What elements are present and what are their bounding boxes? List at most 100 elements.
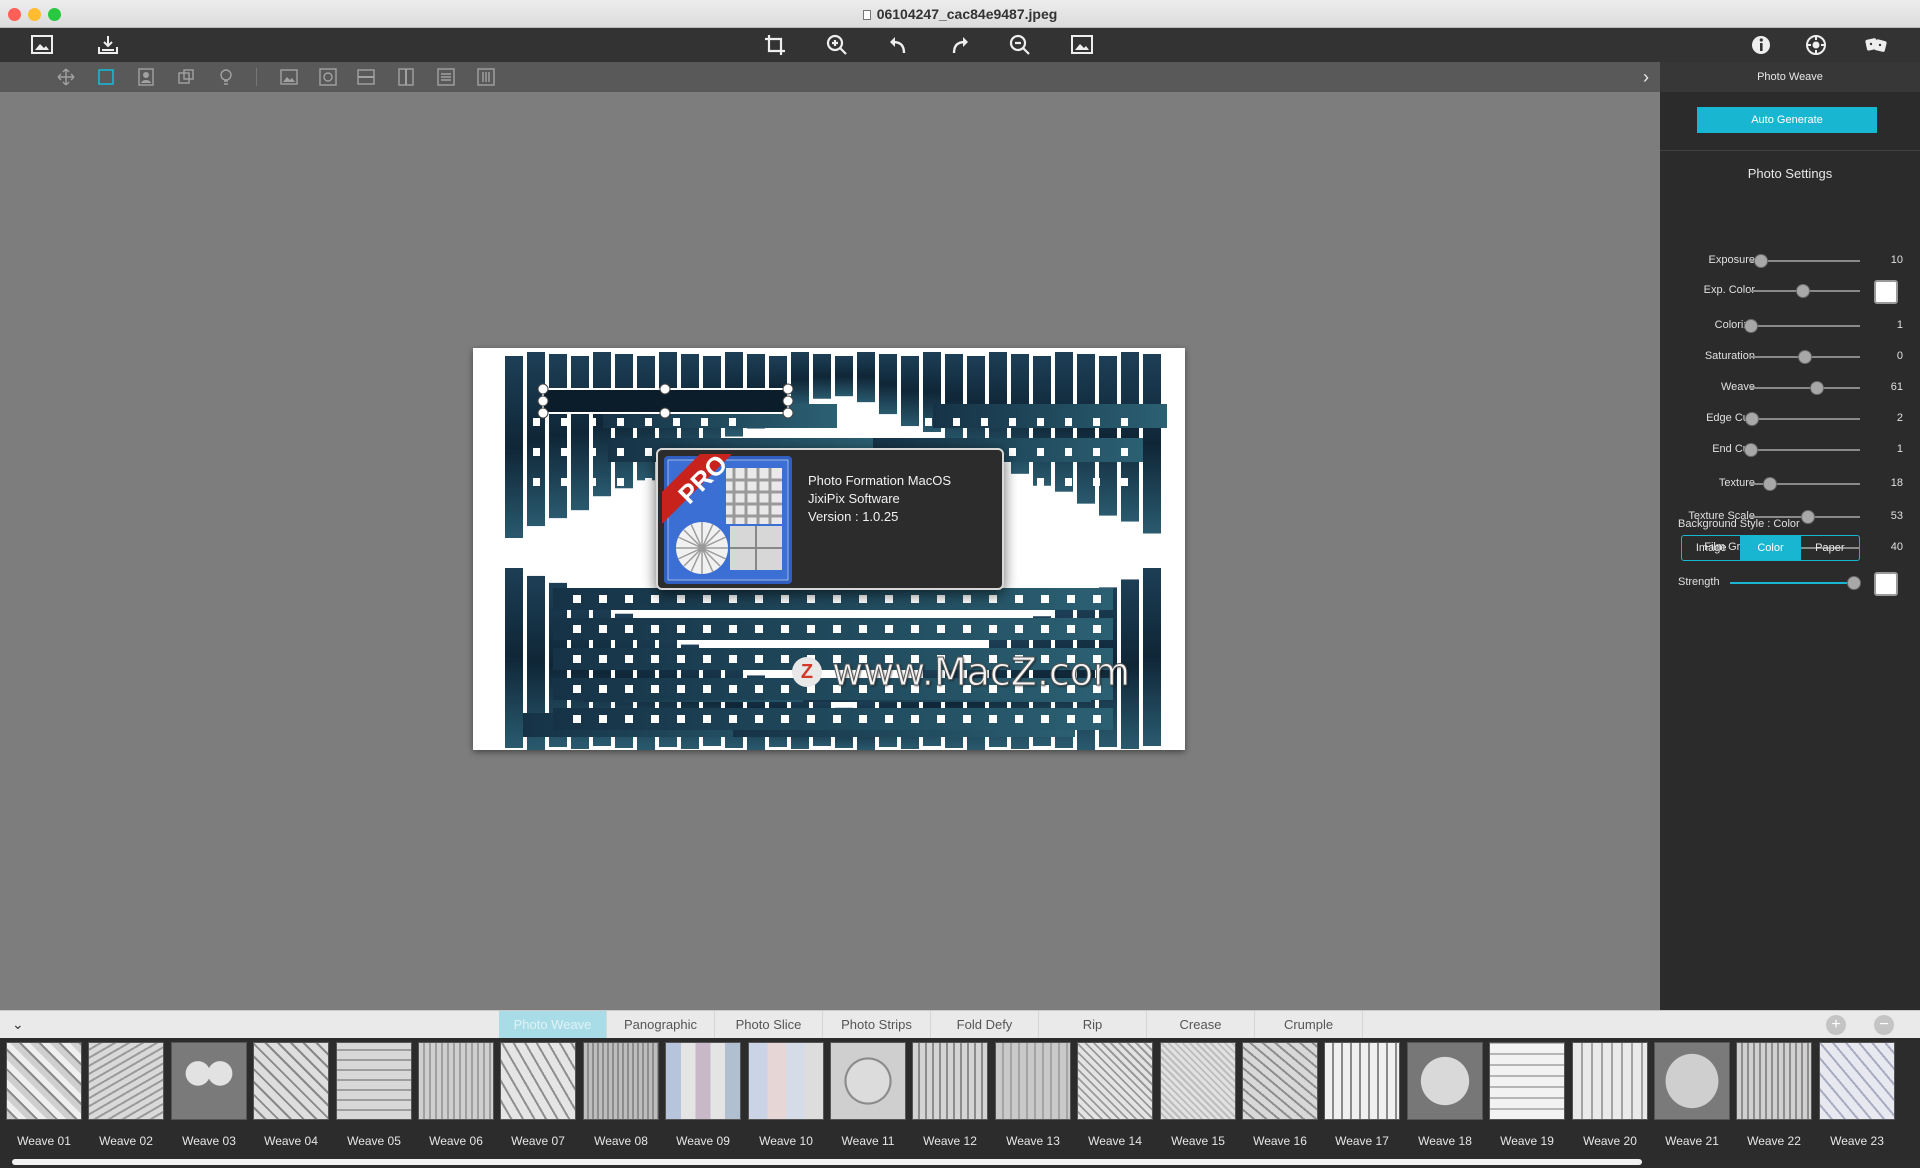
crop-icon <box>765 35 785 55</box>
slider-row: Saturation 0 <box>1660 346 1920 368</box>
panel-divider <box>1660 150 1920 151</box>
preset-thumbnail[interactable]: Weave 14 <box>1075 1042 1155 1154</box>
preset-thumbnail[interactable]: Weave 15 <box>1158 1042 1238 1154</box>
preset-thumbnail[interactable]: Weave 03 <box>169 1042 249 1154</box>
about-dialog[interactable]: PRO Photo Formation MacOS JixiPix Softwa… <box>656 448 1004 590</box>
save-image-button[interactable] <box>93 32 123 58</box>
tab-fold-defy[interactable]: Fold Defy <box>931 1011 1039 1039</box>
zoom-in-button[interactable] <box>822 32 852 58</box>
tab-photo-weave[interactable]: Photo Weave <box>499 1011 607 1039</box>
preset-thumbnail[interactable]: Weave 23 <box>1817 1042 1897 1154</box>
crop-button[interactable] <box>760 32 790 58</box>
add-preset-button[interactable]: + <box>1826 1015 1846 1035</box>
image-tool-button[interactable] <box>277 66 301 88</box>
background-option-color[interactable]: Color <box>1741 536 1801 560</box>
transform-tool-button[interactable] <box>174 66 198 88</box>
panel-toggle-button[interactable]: › <box>1636 65 1656 89</box>
preset-thumbnail[interactable]: Weave 19 <box>1487 1042 1567 1154</box>
end-curl-slider[interactable] <box>1744 443 1860 457</box>
tab-rip[interactable]: Rip <box>1039 1011 1147 1039</box>
vertical-split-button[interactable] <box>394 66 418 88</box>
background-option-image[interactable]: Image <box>1682 536 1742 560</box>
horizontal-split-button[interactable] <box>354 66 378 88</box>
randomize-button[interactable] <box>1861 32 1891 58</box>
colorize-slider[interactable] <box>1744 319 1860 333</box>
image-canvas[interactable]: PRO Photo Formation MacOS JixiPix Softwa… <box>0 92 1660 1010</box>
auto-generate-button[interactable]: Auto Generate <box>1697 107 1877 133</box>
texture-slider[interactable] <box>1750 477 1860 491</box>
preset-preview-image <box>171 1042 247 1120</box>
move-icon <box>57 68 75 86</box>
exp-color-slider[interactable] <box>1750 284 1860 298</box>
strength-slider-track[interactable] <box>1730 576 1861 590</box>
background-option-paper[interactable]: Paper <box>1801 536 1859 560</box>
tab-crease[interactable]: Crease <box>1147 1011 1255 1039</box>
edge-curl-slider[interactable] <box>1745 412 1860 426</box>
zoom-out-icon <box>1009 34 1030 55</box>
preset-thumbnail[interactable]: Weave 20 <box>1570 1042 1650 1154</box>
preset-thumbnail[interactable]: Weave 21 <box>1652 1042 1732 1154</box>
preset-thumbnail[interactable]: Weave 06 <box>416 1042 496 1154</box>
exposure-slider[interactable] <box>1750 254 1860 268</box>
strength-slider-knob[interactable] <box>1847 576 1861 590</box>
preset-thumbnail[interactable]: Weave 09 <box>663 1042 743 1154</box>
colorize-slider-knob[interactable] <box>1744 319 1759 333</box>
preset-thumbnail[interactable]: Weave 10 <box>746 1042 826 1154</box>
collapse-strip-button[interactable]: ⌄ <box>12 1016 24 1033</box>
exp-color-slider-knob[interactable] <box>1795 284 1810 298</box>
preset-thumbnail[interactable]: Weave 02 <box>86 1042 166 1154</box>
preset-label: Weave 15 <box>1171 1134 1225 1148</box>
info-button[interactable] <box>1746 32 1776 58</box>
rotate-left-button[interactable] <box>883 32 913 58</box>
open-image-button[interactable] <box>27 32 57 58</box>
saturation-slider[interactable] <box>1750 350 1860 364</box>
document-icon <box>862 10 871 20</box>
portrait-tool-button[interactable] <box>134 66 158 88</box>
preset-thumbnail[interactable]: Weave 12 <box>910 1042 990 1154</box>
columns-tool-button[interactable] <box>474 66 498 88</box>
tab-photo-strips[interactable]: Photo Strips <box>823 1011 931 1039</box>
preset-thumbnail[interactable]: Weave 22 <box>1734 1042 1814 1154</box>
fit-image-icon <box>1071 35 1093 54</box>
saturation-slider-knob[interactable] <box>1798 350 1812 364</box>
preset-label: Weave 14 <box>1088 1134 1142 1148</box>
preset-thumbnail[interactable]: Weave 05 <box>334 1042 414 1154</box>
preset-thumbnail[interactable]: Weave 11 <box>828 1042 908 1154</box>
toolbar-divider <box>256 68 257 86</box>
zoom-out-button[interactable] <box>1005 32 1035 58</box>
preset-thumbnail[interactable]: Weave 08 <box>581 1042 661 1154</box>
preset-thumbnail[interactable]: Weave 18 <box>1405 1042 1485 1154</box>
preset-thumbnail[interactable]: Weave 17 <box>1322 1042 1402 1154</box>
light-tool-button[interactable] <box>214 66 238 88</box>
end-curl-slider-knob[interactable] <box>1744 443 1759 457</box>
preset-thumbnail[interactable]: Weave 16 <box>1240 1042 1320 1154</box>
dice-icon <box>1865 38 1887 52</box>
preset-thumbnail[interactable]: Weave 07 <box>498 1042 578 1154</box>
settings-button[interactable] <box>1801 32 1831 58</box>
tab-crumple[interactable]: Crumple <box>1255 1011 1363 1039</box>
tab-panographic[interactable]: Panographic <box>607 1011 715 1039</box>
rotate-right-button[interactable] <box>945 32 975 58</box>
tab-photo-slice[interactable]: Photo Slice <box>715 1011 823 1039</box>
fit-image-button[interactable] <box>1067 32 1097 58</box>
slider-row: Edge Curl 2 <box>1660 408 1920 430</box>
preset-thumbnail[interactable]: Weave 01 <box>4 1042 84 1154</box>
move-tool-button[interactable] <box>54 66 78 88</box>
horizontal-scrollbar[interactable] <box>12 1159 1642 1165</box>
slider-row: Texture 18 <box>1660 473 1920 495</box>
strength-color-swatch[interactable] <box>1874 572 1898 596</box>
vignette-tool-button[interactable] <box>316 66 340 88</box>
weave-slider-knob[interactable] <box>1810 381 1825 395</box>
about-product-name: Photo Formation MacOS <box>808 473 952 488</box>
rows-tool-button[interactable] <box>434 66 458 88</box>
texture-slider-knob[interactable] <box>1762 477 1777 491</box>
exp-color-swatch[interactable] <box>1874 280 1898 304</box>
weave-slider[interactable] <box>1750 381 1860 395</box>
preset-thumbnail[interactable]: Weave 04 <box>251 1042 331 1154</box>
exposure-slider-knob[interactable] <box>1754 254 1768 268</box>
edge-curl-slider-knob[interactable] <box>1745 412 1760 426</box>
preset-thumbnail[interactable]: Weave 13 <box>993 1042 1073 1154</box>
remove-preset-button[interactable]: − <box>1874 1015 1894 1035</box>
select-tool-button[interactable] <box>94 66 118 88</box>
texture-scale-slider-knob[interactable] <box>1801 510 1816 524</box>
